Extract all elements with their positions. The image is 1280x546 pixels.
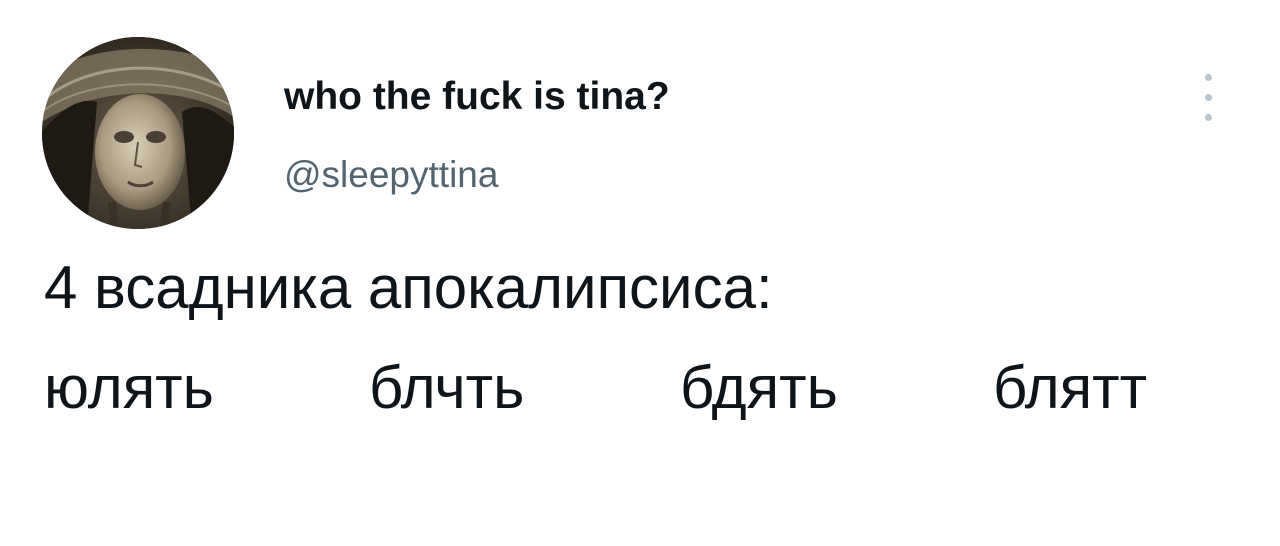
dot [1205,74,1212,81]
user-handle[interactable]: @sleepyttina [284,152,498,198]
word-2: блчть [369,354,525,421]
word-4: блятт [993,354,1148,421]
vertical-ellipsis-icon[interactable] [1192,66,1224,130]
tweet-text-line2: юлять блчть бдять блятт [44,352,1244,424]
avatar[interactable] [42,37,234,229]
dot [1205,94,1212,101]
tweet-card: who the fuck is tina? @sleepyttina 4 вса… [0,0,1280,546]
word-1: юлять [44,354,214,421]
display-name[interactable]: who the fuck is tina? [284,73,670,121]
word-3: бдять [680,354,838,421]
avatar-image [42,37,234,229]
dot [1205,114,1212,121]
tweet-text-line1: 4 всадника апокалипсиса: [44,254,773,321]
